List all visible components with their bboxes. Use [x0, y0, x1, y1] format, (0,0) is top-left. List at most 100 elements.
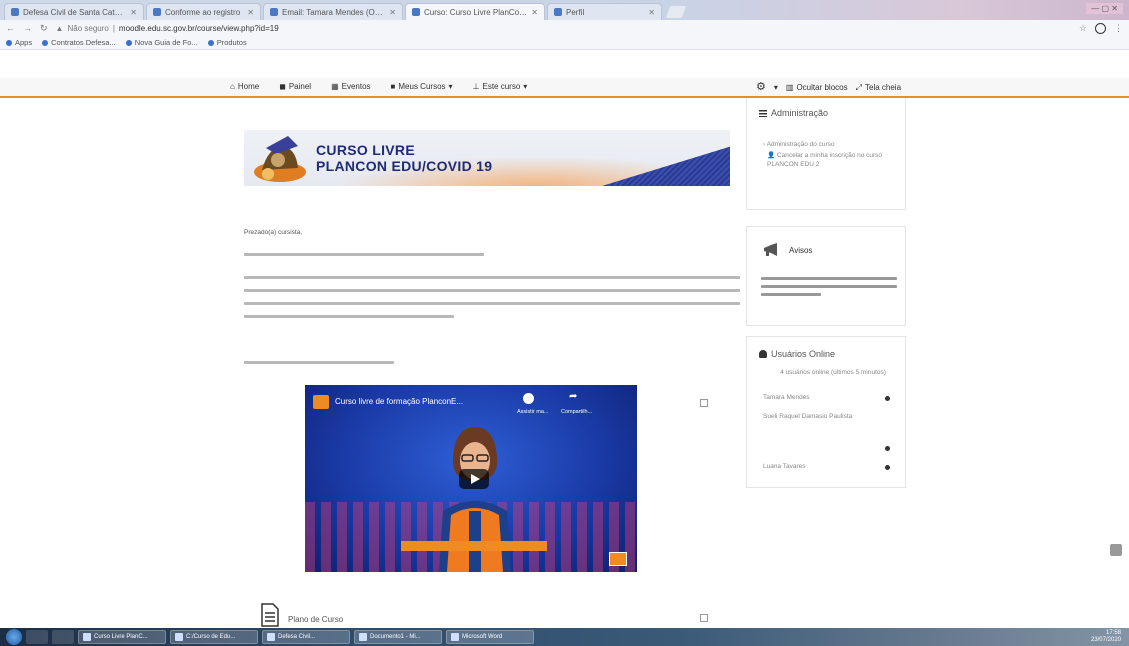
- taskbar-app[interactable]: Documento1 - Mi...: [354, 630, 442, 644]
- hide-blocks-button[interactable]: ▥ Ocultar blocos: [786, 83, 848, 92]
- start-button[interactable]: [6, 629, 22, 645]
- gear-icon[interactable]: ⚙: [756, 82, 766, 93]
- browser-tab-bar: Defesa Civil de Santa Catarina ✕ Conforme…: [0, 0, 1129, 20]
- word-icon: [451, 633, 459, 641]
- close-icon[interactable]: ✕: [389, 8, 396, 17]
- nav-dashboard[interactable]: ◼ Painel: [279, 82, 311, 91]
- banner-title-line2: PLANCON EDU/COVID 19: [316, 158, 493, 174]
- pinned-media-icon[interactable]: [26, 630, 48, 644]
- browser-tab[interactable]: Email: Tamara Mendes (Outlook)✕: [263, 3, 403, 20]
- close-icon[interactable]: ✕: [130, 8, 137, 17]
- tab-favicon-icon: [554, 8, 562, 16]
- admin-block-header: Administração: [759, 108, 828, 118]
- star-icon[interactable]: ☆: [1079, 23, 1087, 34]
- list-icon: [759, 109, 767, 117]
- nav-my-courses[interactable]: ■ Meus Cursos ▾: [391, 82, 453, 91]
- apps-icon: [6, 39, 12, 46]
- bookmark-apps[interactable]: Apps: [6, 38, 32, 47]
- share-label[interactable]: Compartilh...: [561, 409, 592, 415]
- chevron-down-icon: ▾: [448, 82, 453, 91]
- document-icon[interactable]: [260, 603, 280, 627]
- scroll-to-top-button[interactable]: [1110, 544, 1122, 556]
- user-icon: 👤: [767, 152, 776, 159]
- browser-tab[interactable]: Perfil ✕: [547, 3, 662, 20]
- chevron-down-icon[interactable]: ▾: [774, 83, 778, 92]
- taskbar-app[interactable]: C:/Curso de Edu...: [170, 630, 258, 644]
- tab-favicon-icon: [11, 8, 19, 16]
- tab-favicon-icon: [412, 8, 420, 16]
- browser-tab[interactable]: Defesa Civil de Santa Catarina ✕: [4, 3, 144, 20]
- course-plan-link[interactable]: Plano de Curso: [288, 615, 343, 624]
- window-icon: [267, 633, 275, 641]
- home-icon: ⌂: [230, 82, 235, 91]
- dashboard-icon: ◼: [279, 82, 286, 91]
- warnings-title: Avisos: [789, 246, 813, 255]
- expand-icon: ⤢: [855, 82, 862, 92]
- warning-icon[interactable]: ▲: [56, 24, 64, 33]
- banner-title-line1: CURSO LIVRE: [316, 142, 415, 158]
- profile-icon[interactable]: [1095, 22, 1106, 34]
- browser-tab[interactable]: Conforme ao registro ✕: [146, 3, 261, 20]
- watch-later-label[interactable]: Assistir ma...: [517, 409, 548, 415]
- taskbar-app[interactable]: Microsoft Word: [446, 630, 534, 644]
- course-banner: CURSO LIVRE PLANCON EDU/COVID 19: [244, 130, 730, 186]
- course-admin-link[interactable]: › Administração do curso: [763, 140, 835, 149]
- fullscreen-button[interactable]: ⤢ Tela cheia: [856, 83, 901, 93]
- courses-icon: ■: [390, 82, 396, 91]
- online-users-header: Usuários Online: [759, 349, 835, 359]
- bookmarks-bar: Apps Contratos Defesa... Nova Guia de Fo…: [0, 36, 1129, 50]
- url-field[interactable]: ▲ Não seguro | moodle.edu.sc.gov.br/cour…: [56, 24, 1071, 33]
- share-icon[interactable]: ➦: [569, 391, 577, 402]
- nav-events[interactable]: ▦ Eventos: [331, 82, 370, 91]
- word-icon: [359, 633, 367, 641]
- intro-paragraph: [244, 271, 740, 323]
- close-icon[interactable]: ✕: [247, 8, 254, 17]
- greeting-text: Prezado(a) cursista,: [244, 229, 303, 236]
- admin-block: Administração › Administração do curso 👤…: [746, 98, 906, 210]
- online-user-item[interactable]: Luana Tavares: [763, 463, 806, 470]
- folder-icon: [175, 633, 183, 641]
- bookmark-icon: [207, 39, 214, 46]
- chevron-right-icon: ›: [763, 141, 766, 148]
- play-button[interactable]: [459, 469, 489, 489]
- back-icon[interactable]: ←: [6, 23, 15, 33]
- clock-icon[interactable]: [523, 393, 534, 404]
- unenrol-link[interactable]: 👤 Cancelar a minha inscrição no curso PL…: [767, 151, 897, 169]
- calendar-icon: ▦: [331, 82, 339, 91]
- reload-icon[interactable]: ↻: [40, 23, 48, 34]
- video-title[interactable]: Curso livre de formação PlanconE...: [335, 397, 463, 406]
- bookmark-item[interactable]: Produtos: [207, 38, 247, 47]
- bookmark-icon: [125, 39, 132, 46]
- new-tab-button[interactable]: [665, 6, 687, 18]
- close-icon[interactable]: ✕: [648, 8, 655, 17]
- course-content: CURSO LIVRE PLANCON EDU/COVID 19 Prezado…: [230, 98, 740, 630]
- menu-icon[interactable]: ⋮: [1114, 23, 1123, 34]
- taskbar-app[interactable]: Defesa Civil...: [262, 630, 350, 644]
- nav-home[interactable]: ⌂ Home: [230, 82, 259, 91]
- tab-favicon-icon: [270, 8, 278, 16]
- bookmark-icon: [42, 39, 49, 46]
- completion-checkbox[interactable]: [700, 399, 708, 407]
- taskbar-app[interactable]: Curso Livre PlanC...: [78, 630, 166, 644]
- chrome-icon: [83, 633, 91, 641]
- message-icon[interactable]: [885, 446, 890, 451]
- warnings-block: Avisos: [746, 226, 906, 326]
- forward-icon[interactable]: →: [23, 23, 32, 33]
- close-icon[interactable]: ✕: [531, 8, 538, 17]
- message-icon[interactable]: [885, 465, 890, 470]
- video-player[interactable]: Curso livre de formação PlanconE... ➦ As…: [305, 385, 637, 572]
- bookmark-item[interactable]: Nova Guia de Fo...: [125, 38, 198, 47]
- nav-this-course[interactable]: ⊥ Este curso ▾: [473, 82, 528, 91]
- bookmark-item[interactable]: Contratos Defesa...: [42, 38, 116, 47]
- channel-logo-icon: [313, 395, 329, 409]
- pinned-explorer-icon[interactable]: [52, 630, 74, 644]
- address-bar: ← → ↻ ▲ Não seguro | moodle.edu.sc.gov.b…: [0, 20, 1129, 36]
- mascot-icon: [254, 136, 306, 182]
- completion-checkbox[interactable]: [700, 614, 708, 622]
- window-controls[interactable]: — ▢ ✕: [1086, 3, 1123, 14]
- online-user-item[interactable]: Tamara Mendes: [763, 394, 810, 401]
- system-clock[interactable]: 17:58 23/07/2020: [1091, 630, 1121, 644]
- browser-tab-active[interactable]: Curso: Curso Livre PlanCon Edu✕: [405, 3, 545, 20]
- online-user-item[interactable]: Sueli Raquel Damasio Paulista: [763, 412, 879, 422]
- message-icon[interactable]: [885, 396, 890, 401]
